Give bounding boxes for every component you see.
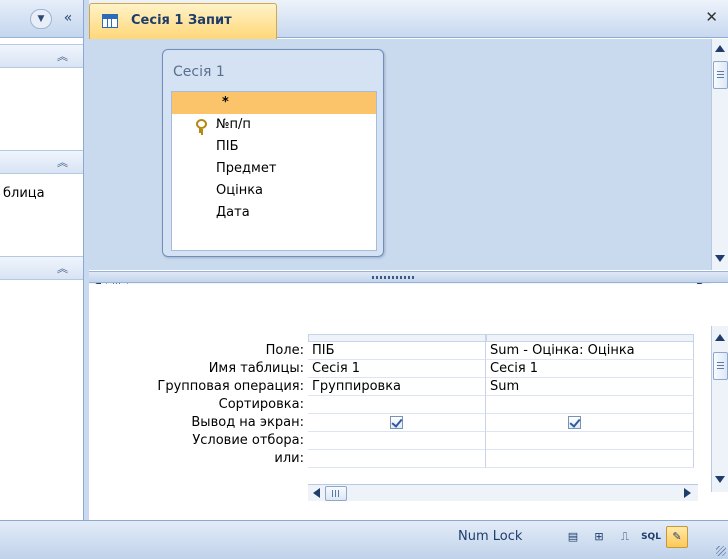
chevron-up-icon[interactable]: ︽ — [57, 260, 68, 276]
close-icon[interactable]: ✕ — [705, 8, 718, 26]
scroll-left-icon[interactable] — [313, 488, 320, 498]
vertical-scrollbar[interactable] — [711, 39, 728, 270]
grid-cell-or[interactable] — [486, 450, 694, 468]
grid-cell-or[interactable] — [308, 450, 486, 468]
grid-cell-sort[interactable] — [486, 396, 694, 414]
show-checkbox[interactable] — [390, 416, 403, 429]
row-label-show: Вывод на экран: — [191, 415, 304, 430]
document-tab-label: Сесія 1 Запит — [131, 13, 232, 28]
vertical-scrollbar[interactable] — [711, 326, 728, 492]
grid-cell-show[interactable] — [308, 414, 486, 432]
field-item-id[interactable]: №п/п — [172, 114, 376, 136]
row-label-or: или: — [274, 451, 304, 466]
status-bar: Num Lock ▤ ⊞ ⎍ SQL ✎ — [0, 520, 728, 559]
grid-cell-total[interactable]: Группировка — [308, 378, 486, 396]
pane-splitter[interactable] — [89, 271, 728, 283]
field-item-all[interactable]: * — [172, 92, 376, 114]
row-label-sort: Сортировка: — [218, 397, 304, 412]
chevron-up-icon[interactable]: ︽ — [57, 154, 68, 170]
pivot-table-view-icon[interactable]: ⊞ — [588, 526, 610, 548]
row-label-table: Имя таблицы: — [208, 361, 304, 376]
field-item-grade[interactable]: Оцінка — [172, 180, 376, 202]
scroll-down-icon[interactable] — [715, 476, 725, 483]
scroll-right-icon[interactable] — [684, 488, 691, 498]
field-list-box[interactable]: Сесія 1 * №п/п ПІБ Предмет Оцінка Дата — [162, 49, 384, 257]
document-tab[interactable]: Сесія 1 Запит — [89, 3, 277, 39]
scroll-up-icon[interactable] — [715, 334, 725, 341]
table-pane: Сесія 1 * №п/п ПІБ Предмет Оцінка Дата — [89, 39, 728, 293]
chevron-up-icon[interactable]: ︽ — [57, 48, 68, 64]
navigation-pane: ▼ « ︽ ︽ блица ︽ — [0, 0, 84, 520]
design-grid: ПІБ Сесія 1 Группировка Sum - Оцінка: Оц… — [308, 334, 694, 484]
grid-cell-show[interactable] — [486, 414, 694, 432]
grid-cell-total[interactable]: Sum — [486, 378, 694, 396]
field-list: * №п/п ПІБ Предмет Оцінка Дата — [171, 91, 377, 251]
field-item-label: №п/п — [216, 117, 251, 132]
grid-cell-criteria[interactable] — [486, 432, 694, 450]
query-icon — [102, 14, 118, 28]
field-item-subject[interactable]: Предмет — [172, 158, 376, 180]
grid-cell-sort[interactable] — [308, 396, 486, 414]
sql-view-button[interactable]: SQL — [640, 526, 662, 548]
show-checkbox[interactable] — [568, 416, 581, 429]
scroll-thumb[interactable] — [713, 352, 728, 380]
splitter-grip[interactable] — [372, 276, 414, 279]
grid-cell-field[interactable]: ПІБ — [308, 342, 486, 360]
nav-item-table[interactable]: блица — [0, 183, 83, 205]
grid-cell-criteria[interactable] — [308, 432, 486, 450]
horizontal-scrollbar[interactable] — [308, 484, 698, 501]
row-label-total: Групповая операция: — [157, 379, 304, 394]
document-tab-bar: Сесія 1 Запит ✕ — [89, 0, 728, 39]
scroll-down-icon[interactable] — [715, 255, 725, 262]
nav-group-header-3[interactable]: ︽ — [0, 256, 83, 280]
navigation-pane-header: ▼ « — [0, 0, 83, 38]
field-item-date[interactable]: Дата — [172, 202, 376, 224]
scroll-thumb[interactable] — [325, 486, 347, 501]
num-lock-indicator: Num Lock — [458, 529, 523, 544]
collapse-nav-icon[interactable]: « — [58, 9, 78, 29]
nav-group-header-1[interactable]: ︽ — [0, 44, 83, 68]
design-view-icon[interactable]: ✎ — [666, 526, 688, 548]
design-grid-pane: Поле: Имя таблицы: Групповая операция: С… — [89, 284, 728, 520]
resize-grip[interactable] — [716, 546, 726, 556]
nav-group-header-2[interactable]: ︽ — [0, 150, 83, 174]
scroll-thumb[interactable] — [713, 61, 728, 89]
nav-menu-dropdown-button[interactable]: ▼ — [30, 9, 52, 29]
datasheet-view-icon[interactable]: ▤ — [562, 526, 584, 548]
row-label-criteria: Условие отбора: — [192, 433, 304, 448]
row-label-field: Поле: — [265, 343, 304, 358]
grid-cell-table[interactable]: Сесія 1 — [486, 360, 694, 378]
column-selector[interactable] — [308, 334, 486, 342]
grid-cell-field[interactable]: Sum - Оцінка: Оцінка — [486, 342, 694, 360]
grid-cell-table[interactable]: Сесія 1 — [308, 360, 486, 378]
primary-key-icon — [196, 119, 207, 133]
pivot-chart-view-icon[interactable]: ⎍ — [614, 526, 636, 548]
query-design-window: Сесія 1 Запит ✕ Сесія 1 * №п/п ПІБ Предм… — [89, 0, 728, 520]
scroll-up-icon[interactable] — [715, 45, 725, 52]
field-item-name[interactable]: ПІБ — [172, 136, 376, 158]
field-list-title: Сесія 1 — [173, 64, 225, 80]
view-switcher: ▤ ⊞ ⎍ SQL ✎ — [552, 526, 712, 550]
column-selector[interactable] — [486, 334, 694, 342]
